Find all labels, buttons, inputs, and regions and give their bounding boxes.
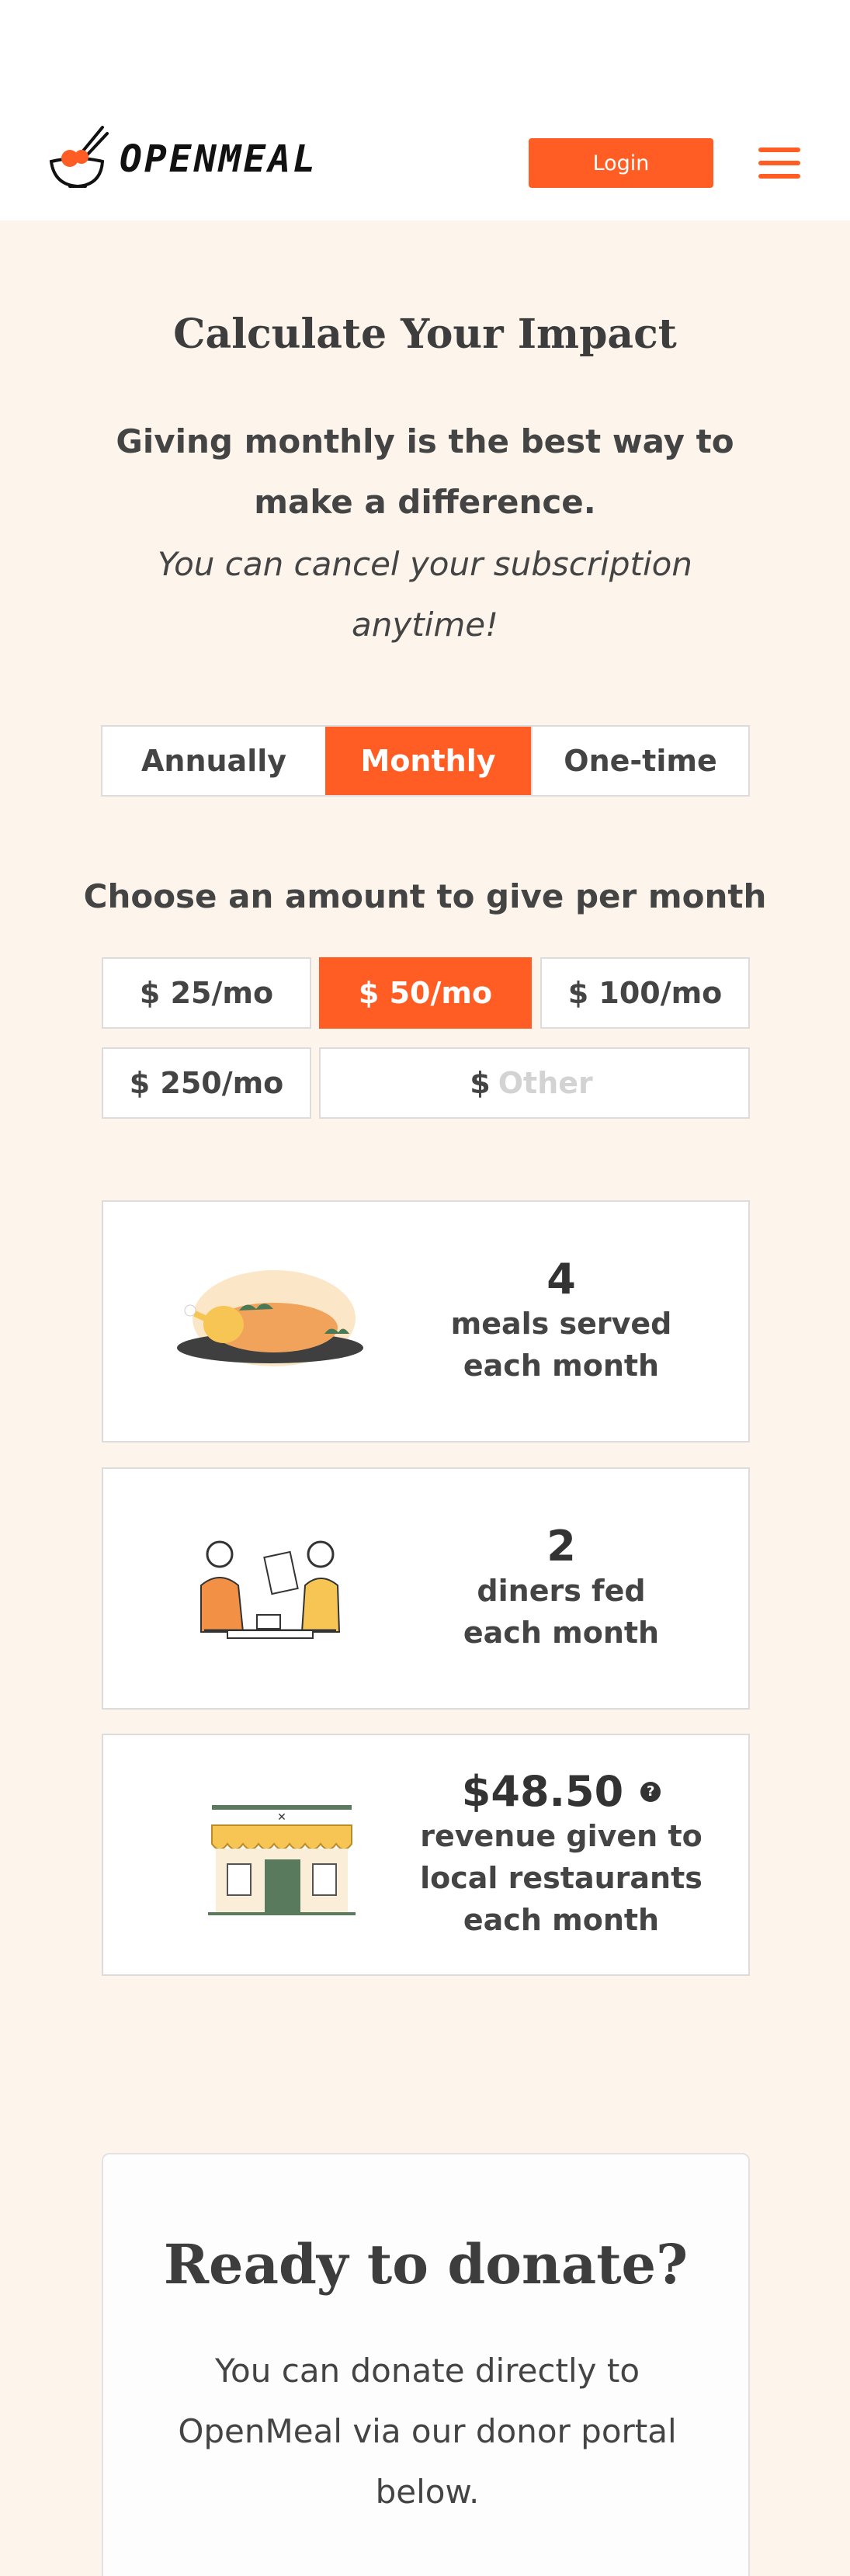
meals-period: each month bbox=[463, 1349, 660, 1383]
diners-illustration bbox=[200, 1540, 341, 1639]
other-amount-input[interactable] bbox=[498, 1066, 599, 1100]
svg-text:✕: ✕ bbox=[277, 1811, 286, 1824]
impact-meals-text: 4 meals served each month bbox=[398, 1202, 724, 1441]
help-icon[interactable]: ? bbox=[640, 1782, 661, 1802]
diners-period: each month bbox=[463, 1616, 660, 1650]
frequency-tabs: Annually Monthly One-time bbox=[101, 725, 750, 797]
amount-25-button[interactable]: $ 25/mo bbox=[102, 957, 311, 1029]
impact-diners-text: 2 diners fed each month bbox=[398, 1469, 724, 1708]
impact-card-meals: 4 meals served each month bbox=[102, 1200, 750, 1442]
logo-wordmark: OPENMEAL bbox=[120, 137, 318, 181]
revenue-amount: $48.50 ? bbox=[462, 1769, 661, 1815]
tab-annually[interactable]: Annually bbox=[102, 727, 325, 795]
other-amount-field[interactable]: $ bbox=[319, 1047, 750, 1119]
roast-chicken-illustration bbox=[177, 1270, 363, 1366]
site-header: OPENMEAL Login bbox=[0, 0, 850, 220]
revenue-label-line2: local restaurants bbox=[420, 1861, 703, 1895]
amount-50-button[interactable]: $ 50/mo bbox=[319, 957, 532, 1029]
revenue-label: revenue given to bbox=[420, 1819, 703, 1853]
bowl-chopsticks-icon bbox=[49, 126, 109, 189]
diners-count: 2 bbox=[546, 1522, 576, 1571]
impact-card-diners: 2 diners fed each month bbox=[102, 1467, 750, 1710]
impact-card-revenue: ✕ $48.50 ? revenue given to local restau… bbox=[102, 1734, 750, 1976]
meals-count: 4 bbox=[546, 1255, 576, 1304]
currency-symbol: $ bbox=[470, 1066, 491, 1100]
amount-250-button[interactable]: $ 250/mo bbox=[102, 1047, 311, 1119]
amount-100-button[interactable]: $ 100/mo bbox=[540, 957, 750, 1029]
page-title: Calculate Your Impact bbox=[173, 311, 677, 358]
impact-revenue-text: $48.50 ? revenue given to local restaura… bbox=[398, 1735, 724, 1974]
openmeal-logo[interactable]: OPENMEAL bbox=[47, 124, 317, 194]
amount-prompt: Choose an amount to give per month bbox=[83, 877, 767, 915]
revenue-value: $48.50 bbox=[461, 1767, 624, 1816]
diners-label: diners fed bbox=[477, 1574, 646, 1608]
donate-title: Ready to donate? bbox=[163, 2232, 689, 2297]
donate-card: Ready to donate? You can donate directly… bbox=[102, 2153, 750, 2576]
hamburger-icon[interactable] bbox=[758, 148, 800, 180]
revenue-period: each month bbox=[463, 1903, 660, 1937]
storefront-illustration: ✕ bbox=[208, 1805, 356, 1915]
donate-description: You can donate directly to OpenMeal via … bbox=[178, 2352, 677, 2511]
intro-italic-text: You can cancel your subscription anytime… bbox=[158, 545, 692, 644]
tab-monthly[interactable]: Monthly bbox=[325, 727, 531, 795]
meals-label: meals served bbox=[450, 1307, 672, 1341]
intro-bold-text: Giving monthly is the best way to make a… bbox=[116, 422, 734, 521]
tab-one-time[interactable]: One-time bbox=[531, 727, 748, 795]
login-button[interactable]: Login bbox=[529, 138, 713, 188]
